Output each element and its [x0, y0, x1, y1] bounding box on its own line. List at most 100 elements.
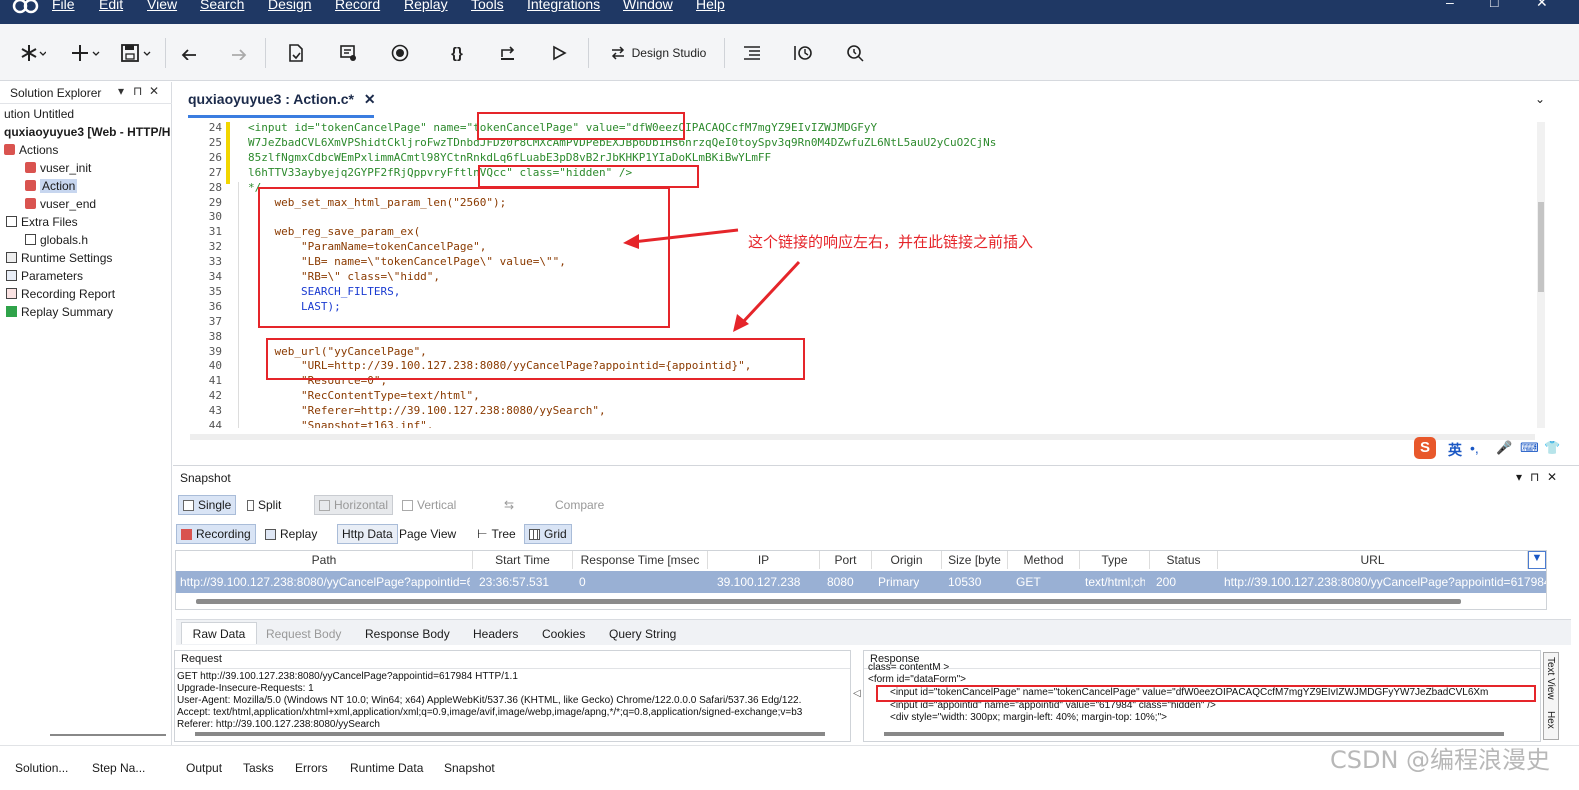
- dropdown-icon[interactable]: ▾: [1516, 470, 1522, 484]
- menu-replay[interactable]: Replay: [404, 0, 448, 12]
- menu-integrations[interactable]: Integrations: [527, 0, 600, 12]
- run-button[interactable]: [548, 41, 570, 65]
- col-status[interactable]: Status: [1150, 551, 1218, 569]
- history-button[interactable]: [792, 41, 814, 65]
- undo-button[interactable]: [178, 41, 200, 65]
- col-size[interactable]: Size [byte: [942, 551, 1008, 569]
- tree-script[interactable]: quxiaoyuyue3 [Web - HTTP/HT: [4, 125, 170, 139]
- grid-horizontal-scrollbar[interactable]: [196, 599, 1461, 604]
- close-icon[interactable]: ✕: [1547, 470, 1557, 484]
- new-asterisk-dropdown[interactable]: [18, 41, 48, 65]
- tab-cookies[interactable]: Cookies: [542, 627, 585, 641]
- microphone-icon[interactable]: 🎤: [1496, 440, 1512, 456]
- tree-action[interactable]: Action: [25, 179, 78, 193]
- keyboard-icon[interactable]: ⌨: [1520, 440, 1539, 456]
- menu-search[interactable]: Search: [200, 0, 244, 12]
- col-url[interactable]: URL: [1218, 551, 1528, 569]
- tree-actions[interactable]: Actions: [4, 143, 58, 157]
- recording-button[interactable]: Recording: [176, 524, 256, 544]
- page-view-button[interactable]: Page View: [395, 524, 460, 544]
- vertical-button[interactable]: Vertical: [398, 495, 460, 515]
- response-pane[interactable]: Response class= contentM > <form id="dat…: [863, 650, 1541, 742]
- menu-edit[interactable]: Edit: [99, 0, 123, 12]
- skin-icon[interactable]: 👕: [1544, 440, 1560, 456]
- analyze-button[interactable]: [844, 41, 866, 65]
- tree-solution[interactable]: ution Untitled: [4, 107, 74, 121]
- tab-errors[interactable]: Errors: [295, 761, 328, 775]
- sogou-icon[interactable]: S: [1414, 437, 1436, 459]
- tree-vuser-init[interactable]: vuser_init: [25, 161, 91, 175]
- braces-button[interactable]: {}: [446, 41, 468, 65]
- menu-file[interactable]: File: [52, 0, 75, 12]
- single-button[interactable]: Single: [178, 495, 237, 515]
- tab-request-body[interactable]: Request Body: [266, 627, 341, 641]
- format-button[interactable]: [741, 41, 763, 65]
- runtime-button[interactable]: [337, 41, 359, 65]
- close-window-button[interactable]: ✕: [1536, 0, 1548, 11]
- tab-output[interactable]: Output: [186, 761, 222, 775]
- tab-solution[interactable]: Solution...: [15, 761, 68, 775]
- response-scrollbar[interactable]: [884, 732, 1504, 736]
- tree-globals[interactable]: globals.h: [25, 233, 88, 247]
- tab-snapshot[interactable]: Snapshot: [444, 761, 495, 775]
- tree-replay-summary[interactable]: Replay Summary: [6, 305, 113, 319]
- compare-button[interactable]: Compare: [551, 495, 608, 515]
- menu-record[interactable]: Record: [335, 0, 380, 12]
- menu-tools[interactable]: Tools: [471, 0, 504, 12]
- request-scrollbar[interactable]: [195, 732, 825, 736]
- horizontal-scrollbar[interactable]: [50, 734, 166, 736]
- design-studio-button[interactable]: Design Studio: [606, 41, 710, 65]
- tree-runtime-settings[interactable]: Runtime Settings: [6, 251, 112, 265]
- http-data-button[interactable]: Http Data: [337, 524, 398, 544]
- tab-tasks[interactable]: Tasks: [243, 761, 274, 775]
- tree-recording-report[interactable]: Recording Report: [6, 287, 115, 301]
- close-tab-icon[interactable]: ✕: [364, 91, 376, 107]
- compare-settings-button[interactable]: ⇆: [500, 495, 518, 515]
- tab-response-body[interactable]: Response Body: [365, 627, 450, 641]
- horizontal-button[interactable]: Horizontal: [314, 495, 394, 515]
- tab-headers[interactable]: Headers: [473, 627, 518, 641]
- split-button[interactable]: Split: [243, 495, 285, 515]
- chevron-down-icon[interactable]: ⌄: [1535, 92, 1545, 106]
- vertical-scrollbar[interactable]: [1537, 122, 1545, 428]
- step-button[interactable]: [497, 41, 519, 65]
- ime-language[interactable]: 英: [1448, 440, 1462, 460]
- tab-query-string[interactable]: Query String: [609, 627, 676, 641]
- replay-button[interactable]: Replay: [261, 524, 321, 544]
- record-button[interactable]: [389, 41, 411, 65]
- redo-button[interactable]: [228, 41, 250, 65]
- request-pane[interactable]: Request GET http://39.100.127.238:8080/y…: [174, 650, 851, 742]
- editor-horizontal-scrollbar[interactable]: [190, 434, 1535, 440]
- editor-tab[interactable]: quxiaoyuyue3 : Action.c* ✕: [188, 91, 376, 108]
- filter-icon[interactable]: ▼: [1528, 551, 1546, 569]
- maximize-button[interactable]: □: [1490, 0, 1498, 10]
- minimize-button[interactable]: –: [1446, 0, 1454, 10]
- col-port[interactable]: Port: [820, 551, 872, 569]
- tab-runtime-data[interactable]: Runtime Data: [350, 761, 423, 775]
- tree-extra-files[interactable]: Extra Files: [6, 215, 78, 229]
- col-start-time[interactable]: Start Time: [473, 551, 573, 569]
- col-response-time[interactable]: Response Time [msec: [573, 551, 708, 569]
- pin-icon[interactable]: ⊓: [1530, 470, 1539, 484]
- col-origin[interactable]: Origin: [872, 551, 942, 569]
- tab-raw-data[interactable]: Raw Data: [181, 622, 257, 644]
- tab-step-navigator[interactable]: Step Na...: [92, 761, 145, 775]
- tree-vuser-end[interactable]: vuser_end: [25, 197, 96, 211]
- col-ip[interactable]: IP: [708, 551, 820, 569]
- punctuation-icon[interactable]: •,: [1470, 440, 1479, 456]
- save-dropdown[interactable]: [121, 41, 153, 65]
- add-dropdown[interactable]: [70, 41, 102, 65]
- menu-design[interactable]: Design: [268, 0, 312, 12]
- col-path[interactable]: Path: [176, 551, 473, 569]
- menu-view[interactable]: View: [147, 0, 177, 12]
- tab-text-view[interactable]: Text View: [1545, 657, 1556, 700]
- chevron-left-icon[interactable]: ◁: [853, 688, 861, 699]
- tab-hex[interactable]: Hex: [1545, 711, 1556, 729]
- grid-button[interactable]: Grid: [524, 524, 572, 544]
- col-method[interactable]: Method: [1008, 551, 1080, 569]
- compile-button[interactable]: [285, 41, 307, 65]
- tree-parameters[interactable]: Parameters: [6, 269, 83, 283]
- menu-help[interactable]: Help: [696, 0, 725, 12]
- tree-button[interactable]: ⊢ Tree: [473, 524, 520, 544]
- menu-window[interactable]: Window: [623, 0, 673, 12]
